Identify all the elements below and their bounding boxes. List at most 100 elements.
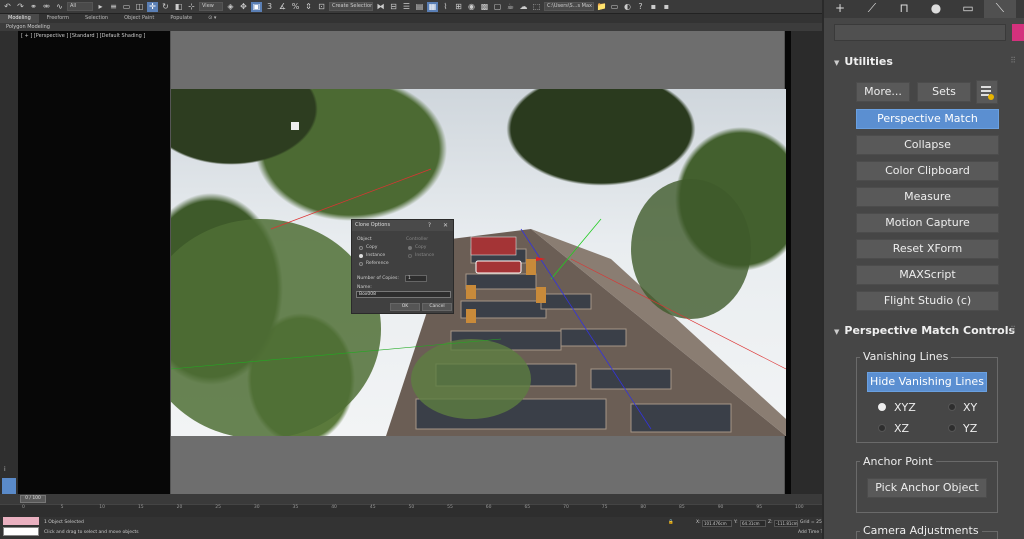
ok-button[interactable]: OK [390, 303, 420, 311]
radio-xy[interactable] [948, 403, 956, 411]
percent-snap-icon[interactable]: % [290, 2, 301, 12]
sets-button[interactable]: Sets [917, 82, 971, 102]
unlink-icon[interactable]: ⚮ [41, 2, 52, 12]
hide-vanishing-lines-button[interactable]: Hide Vanishing Lines [867, 372, 987, 392]
bind-spacewarp-icon[interactable]: ∿ [54, 2, 65, 12]
open-file-icon[interactable]: ▭ [609, 2, 620, 12]
y-coord-field[interactable]: 64.31cm [740, 520, 766, 527]
curve-editor-icon[interactable]: ⌇ [440, 2, 451, 12]
radio-instance[interactable] [359, 254, 363, 258]
render-setup-icon[interactable]: ▩ [479, 2, 490, 12]
viewport-layout-button[interactable] [2, 478, 16, 494]
window-crossing-icon[interactable]: ◫ [134, 2, 145, 12]
workspace-path-dropdown[interactable]: C:\Users\S...s Max 2020 [544, 2, 594, 11]
place-icon[interactable]: ⊹ [186, 2, 197, 12]
radio-reference[interactable] [359, 262, 363, 266]
z-coord-field[interactable]: -111.81cm [774, 520, 798, 527]
render-icon[interactable]: ☕ [505, 2, 516, 12]
toolbar-more-icon[interactable]: ▪ [661, 2, 672, 12]
radio-yz[interactable] [948, 424, 956, 432]
rollout-grip-icon[interactable]: ⠿ [1010, 325, 1016, 334]
viewport-label[interactable]: [ + ] [Perspective ] [Standard ] [Defaul… [21, 33, 145, 39]
rendered-frame-icon[interactable]: ▢ [492, 2, 503, 12]
toggle-ribbon-icon[interactable]: ▦ [427, 1, 438, 12]
radio-xyz[interactable] [878, 403, 886, 411]
info-icon[interactable]: i [4, 466, 6, 473]
utilities-tab-icon[interactable]: ⟍ [984, 0, 1016, 18]
material-editor-icon[interactable]: ◉ [466, 2, 477, 12]
help-icon[interactable]: ? [635, 2, 646, 12]
select-object-icon[interactable]: ▸ [95, 2, 106, 12]
pick-anchor-object-button[interactable]: Pick Anchor Object [867, 478, 987, 498]
angle-snap-icon[interactable]: ∡ [277, 2, 288, 12]
display-tab-icon[interactable]: ▭ [952, 0, 984, 18]
x-coord-field[interactable]: 101.476cm [702, 520, 732, 527]
maxscript-button[interactable]: MAXScript [856, 265, 999, 285]
dialog-title-bar[interactable]: Clone Options ? ✕ [352, 220, 453, 231]
tab-object-paint[interactable]: Object Paint [116, 14, 162, 23]
configure-button-sets-icon[interactable] [976, 80, 998, 104]
select-rotate-icon[interactable]: ↻ [160, 2, 171, 12]
select-move-icon[interactable]: ✛ [147, 1, 158, 12]
lock-selection-icon[interactable]: 🔒 [668, 520, 674, 525]
selection-filter-dropdown[interactable]: All [67, 2, 93, 11]
hierarchy-tab-icon[interactable]: ⊓ [888, 0, 920, 18]
reference-coord-dropdown[interactable]: View [199, 2, 223, 11]
undo-icon[interactable]: ↶ [2, 2, 13, 12]
object-name-field[interactable] [834, 24, 1006, 41]
ribbon-sub-label[interactable]: Polygon Modeling [0, 23, 822, 31]
cancel-button[interactable]: Cancel [422, 303, 452, 311]
collapse-button[interactable]: Collapse [856, 135, 999, 155]
maxscript-input[interactable] [3, 527, 39, 536]
snap-toggle-icon[interactable]: 3 [264, 2, 275, 12]
tab-modeling[interactable]: Modeling [0, 14, 39, 23]
copies-spinner[interactable]: 1 [405, 275, 427, 282]
motion-capture-button[interactable]: Motion Capture [856, 213, 999, 233]
select-manipulate-icon[interactable]: ✥ [238, 2, 249, 12]
named-selection-dropdown[interactable]: Create Selection Se [329, 2, 373, 11]
edit-named-sets-icon[interactable]: ⊡ [316, 2, 327, 12]
ribbon-options-icon[interactable]: ⊙ ▾ [200, 14, 224, 23]
schematic-view-icon[interactable]: ⊞ [453, 2, 464, 12]
align-icon[interactable]: ⊟ [388, 2, 399, 12]
name-input[interactable]: Box008 [356, 291, 451, 298]
toggle-layer-explorer-icon[interactable]: ▤ [414, 2, 425, 12]
pivot-center-icon[interactable]: ◈ [225, 2, 236, 12]
color-clipboard-button[interactable]: Color Clipboard [856, 161, 999, 181]
radio-copy[interactable] [359, 246, 363, 250]
object-color-swatch[interactable] [1012, 24, 1024, 41]
utilities-rollout-header[interactable]: ▼ Utilities [834, 55, 893, 68]
tab-freeform[interactable]: Freeform [39, 14, 77, 23]
measure-button[interactable]: Measure [856, 187, 999, 207]
tab-selection[interactable]: Selection [77, 14, 116, 23]
motion-tab-icon[interactable]: ● [920, 0, 952, 18]
help-icon[interactable]: ? [428, 220, 431, 231]
spinner-snap-icon[interactable]: ⇕ [303, 2, 314, 12]
time-slider[interactable]: 0 / 100 [20, 495, 46, 503]
link-icon[interactable]: ⚭ [28, 2, 39, 12]
rect-selection-icon[interactable]: ▭ [121, 2, 132, 12]
a360-icon[interactable]: ⬚ [531, 2, 542, 12]
modify-tab-icon[interactable]: ⟋ [856, 0, 888, 18]
mirror-icon[interactable]: ⧓ [375, 2, 386, 12]
select-scale-icon[interactable]: ◧ [173, 2, 184, 12]
track-bar[interactable]: 0 5 10 15 20 25 30 35 40 45 50 55 60 65 70 75 80 85 90 95 10… [0, 504, 822, 517]
more-button[interactable]: More... [856, 82, 910, 102]
maxscript-listener-mini[interactable] [3, 517, 39, 525]
reset-xform-button[interactable]: Reset XForm [856, 239, 999, 259]
flight-studio-button[interactable]: Flight Studio (c) [856, 291, 999, 311]
project-folder-icon[interactable]: 📁 [596, 2, 607, 12]
close-icon[interactable]: ✕ [443, 220, 448, 231]
redo-icon[interactable]: ↷ [15, 2, 26, 12]
time-slider-track[interactable]: 0 / 100 [0, 494, 822, 504]
radio-xz[interactable] [878, 424, 886, 432]
pm-controls-rollout-header[interactable]: ▼ Perspective Match Controls [834, 324, 1015, 337]
select-by-name-icon[interactable]: ≡ [108, 2, 119, 12]
create-tab-icon[interactable]: + [824, 0, 856, 18]
keyboard-shortcut-icon[interactable]: ▣ [251, 1, 262, 12]
toolbar-extra-icon[interactable]: ▪ [648, 2, 659, 12]
perspective-match-button[interactable]: Perspective Match [856, 109, 999, 129]
tab-populate[interactable]: Populate [162, 14, 200, 23]
toggle-scene-explorer-icon[interactable]: ☰ [401, 2, 412, 12]
render-cloud-icon[interactable]: ☁ [518, 2, 529, 12]
